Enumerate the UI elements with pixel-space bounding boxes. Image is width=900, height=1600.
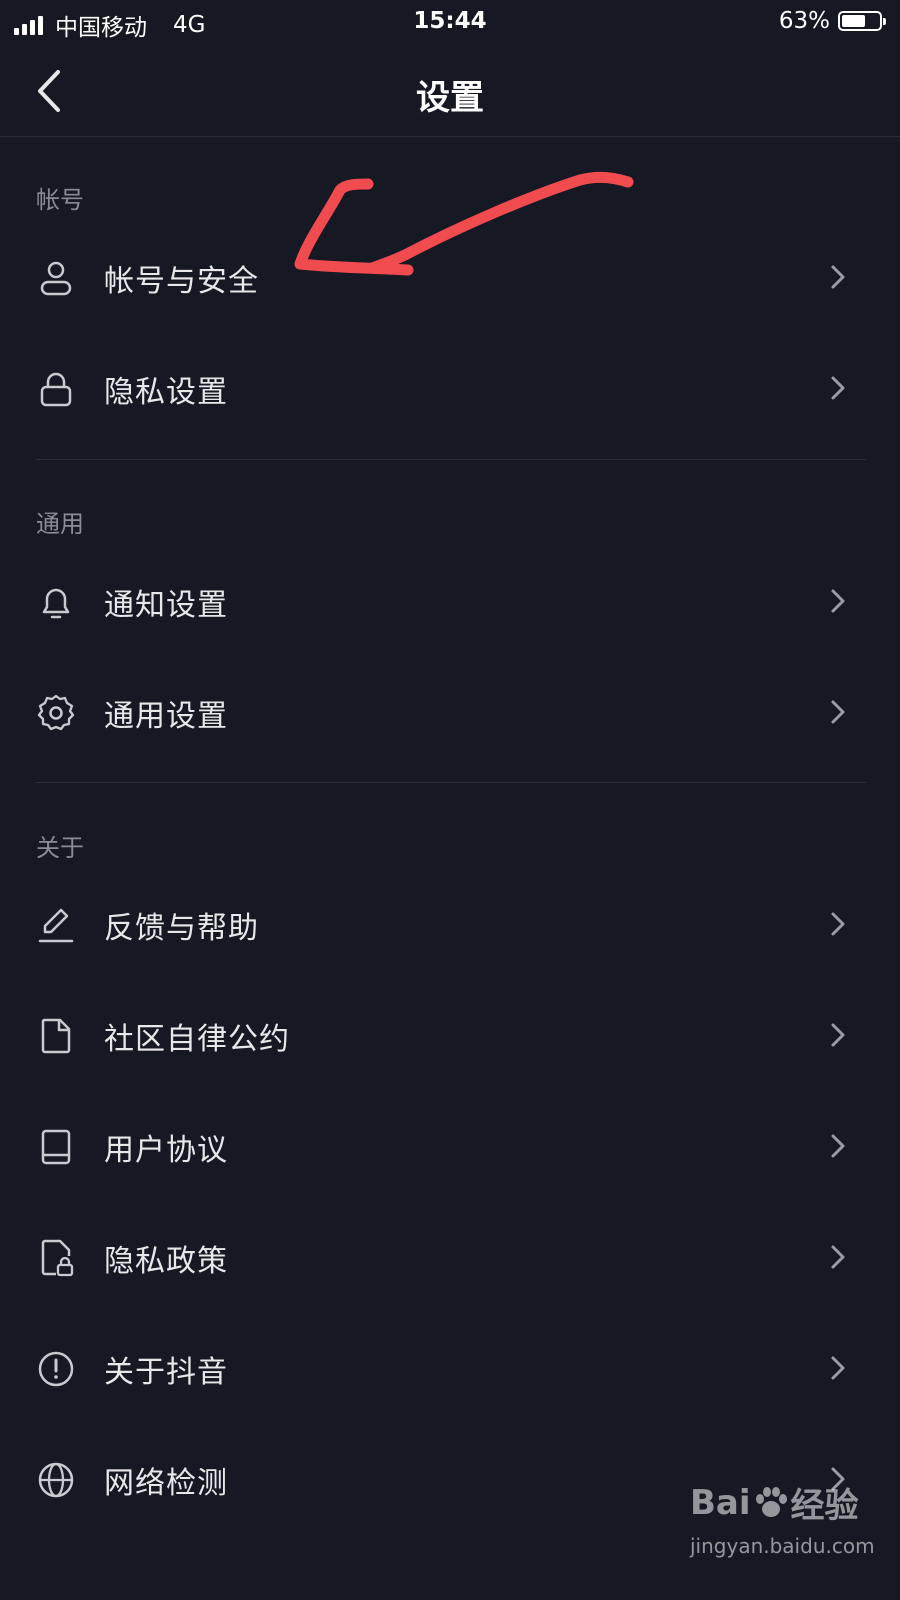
section-divider	[36, 782, 866, 783]
status-right: 63%	[778, 8, 886, 34]
baidu-jingyan-watermark: Bai 经验 jingyan.baidu.com	[690, 1478, 880, 1578]
watermark-logo: Bai 经验	[690, 1478, 859, 1527]
chevron-right-icon	[831, 1356, 845, 1380]
watermark-logo-suffix: 经验	[790, 1486, 859, 1526]
paw-icon	[755, 1486, 787, 1517]
row-label: 社区自律公约	[104, 1022, 290, 1057]
row-label: 通用设置	[104, 699, 228, 734]
chevron-right-icon	[831, 376, 845, 400]
chevron-right-icon	[831, 1023, 845, 1047]
settings-row-general[interactable]: 通用设置	[0, 661, 900, 761]
battery-level	[842, 15, 865, 27]
settings-row-about[interactable]: 关于抖音	[0, 1317, 900, 1417]
chevron-right-icon	[831, 1245, 845, 1269]
privacy-document-icon	[41, 1239, 74, 1277]
row-label: 关于抖音	[104, 1355, 228, 1390]
battery-icon	[838, 11, 886, 31]
info-circle-icon	[38, 1351, 74, 1387]
row-label: 隐私政策	[104, 1244, 228, 1279]
section-divider	[36, 459, 866, 460]
globe-icon	[38, 1462, 74, 1498]
status-time: 15:44	[413, 8, 487, 34]
chevron-right-icon	[831, 700, 845, 724]
chevron-right-icon	[831, 265, 845, 289]
battery-percent: 63%	[778, 8, 830, 34]
settings-row-notifications[interactable]: 通知设置	[0, 550, 900, 650]
status-bar: 中国移动 4G 15:44 63%	[0, 0, 900, 46]
watermark-url: jingyan.baidu.com	[690, 1534, 875, 1558]
edit-icon	[38, 908, 74, 943]
chevron-right-icon	[831, 912, 845, 936]
row-label: 反馈与帮助	[104, 911, 259, 946]
row-label: 隐私设置	[104, 375, 228, 410]
nav-bar: 设置	[0, 46, 900, 137]
row-label: 用户协议	[104, 1133, 228, 1168]
settings-row-feedback[interactable]: 反馈与帮助	[0, 873, 900, 973]
row-label: 通知设置	[104, 588, 228, 623]
chevron-right-icon	[831, 589, 845, 613]
settings-row-user-agreement[interactable]: 用户协议	[0, 1095, 900, 1195]
settings-row-privacy-policy[interactable]: 隐私政策	[0, 1206, 900, 1306]
settings-row-privacy[interactable]: 隐私设置	[0, 337, 900, 437]
bell-icon	[42, 588, 70, 619]
document-icon	[41, 1018, 71, 1054]
settings-row-account-security[interactable]: 帐号与安全	[0, 226, 900, 326]
gear-icon	[37, 694, 75, 731]
section-header-about: 关于	[36, 834, 84, 862]
watermark-logo-prefix: Bai	[690, 1482, 751, 1523]
section-header-account: 帐号	[36, 186, 84, 214]
chevron-right-icon	[831, 1134, 845, 1158]
book-icon	[41, 1129, 71, 1165]
row-label: 网络检测	[104, 1466, 228, 1501]
user-icon	[40, 261, 72, 296]
settings-row-community-guidelines[interactable]: 社区自律公约	[0, 984, 900, 1084]
lock-icon	[40, 372, 72, 407]
section-header-general: 通用	[36, 510, 84, 538]
row-label: 帐号与安全	[104, 264, 259, 299]
page-title: 设置	[416, 78, 484, 118]
